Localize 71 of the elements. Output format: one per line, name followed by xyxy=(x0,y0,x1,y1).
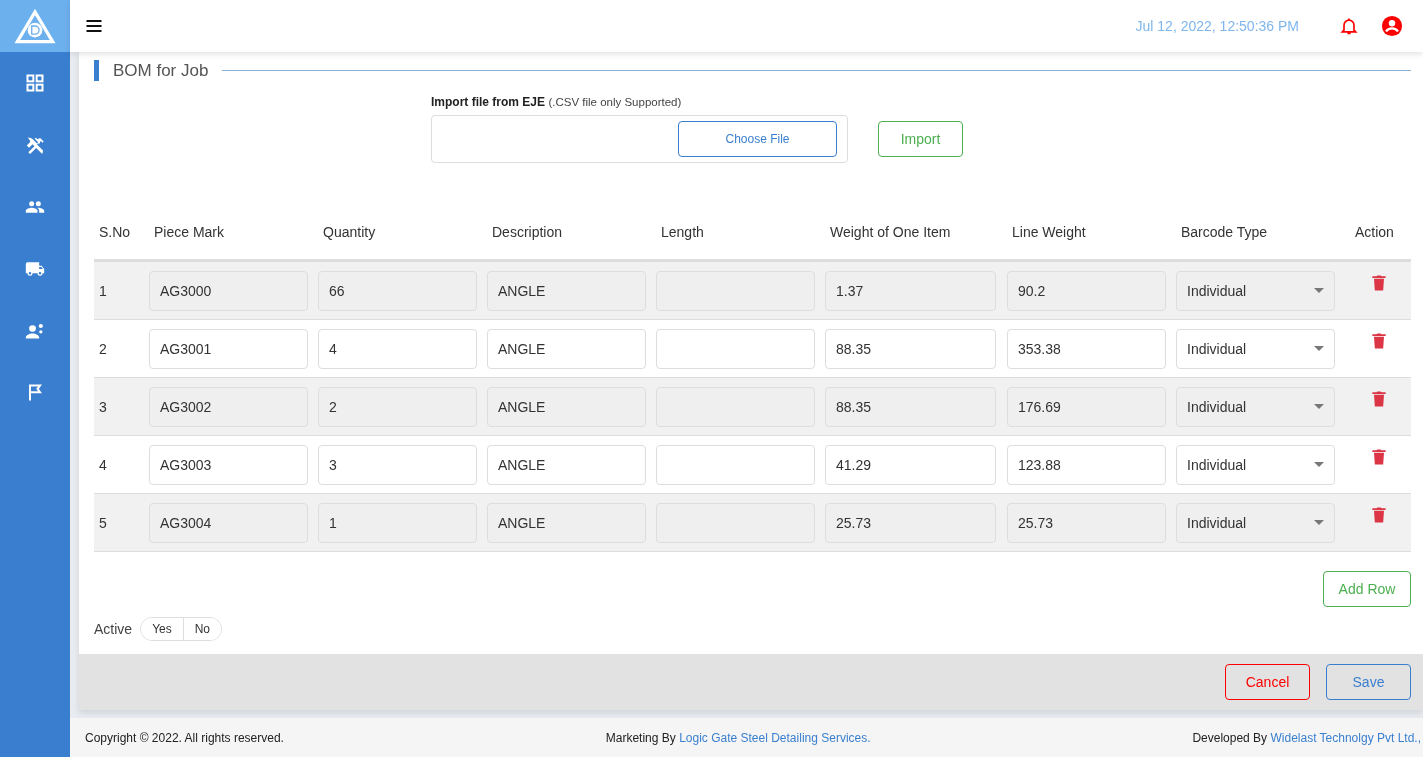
description-field[interactable]: ANGLE xyxy=(487,502,646,543)
barcode-type-dropdown[interactable]: Individual xyxy=(1176,386,1335,427)
length-field[interactable] xyxy=(656,328,815,369)
row-number: 4 xyxy=(98,456,108,473)
caret-icon xyxy=(1314,520,1324,525)
import-label: Import file from EJE (.CSV file only Supported) xyxy=(431,95,683,109)
caret-icon xyxy=(1314,462,1324,467)
weight-field[interactable]: 1.37 xyxy=(825,270,996,311)
user-circle-icon xyxy=(1381,15,1403,37)
row-number: 3 xyxy=(98,398,108,415)
caret-icon xyxy=(1314,346,1324,351)
weight-field[interactable]: 88.35 xyxy=(825,328,996,369)
page-title: BOM for Job xyxy=(113,60,209,81)
barcode-type-dropdown[interactable]: Individual xyxy=(1176,502,1335,543)
truck-icon xyxy=(25,259,45,279)
column-header: Action xyxy=(1354,224,1395,240)
line-weight-field[interactable]: 176.69 xyxy=(1007,386,1166,427)
weight-field[interactable]: 41.29 xyxy=(825,444,996,485)
column-header: Length xyxy=(660,224,705,240)
description-field[interactable]: ANGLE xyxy=(487,444,646,485)
developer-credit: Developed By Widelast Technolgy Pvt Ltd., xyxy=(1192,730,1421,745)
weight-field[interactable]: 88.35 xyxy=(825,386,996,427)
file-input[interactable]: Choose File xyxy=(431,115,848,163)
dashboard-icon xyxy=(25,73,45,93)
length-field[interactable] xyxy=(656,444,815,485)
barcode-type-dropdown[interactable]: Individual xyxy=(1176,328,1335,369)
row-number: 2 xyxy=(98,340,108,357)
active-option[interactable]: No xyxy=(182,618,222,640)
piece-mark-field[interactable]: AG3001 xyxy=(149,328,308,369)
column-header: S.No xyxy=(98,224,132,240)
quantity-field[interactable]: 2 xyxy=(318,386,477,427)
notifications-button[interactable] xyxy=(1339,16,1359,36)
quantity-field[interactable]: 66 xyxy=(318,270,477,311)
barcode-type-dropdown[interactable]: Individual xyxy=(1176,270,1335,311)
quantity-field[interactable]: 1 xyxy=(318,502,477,543)
caret-icon xyxy=(1314,404,1324,409)
column-header: Line Weight xyxy=(1011,224,1087,240)
active-label: Active xyxy=(94,621,133,637)
column-header: Quantity xyxy=(322,224,377,240)
weight-field[interactable]: 25.73 xyxy=(825,502,996,543)
description-field[interactable]: ANGLE xyxy=(487,328,646,369)
bell-icon xyxy=(1339,16,1359,36)
row-number: 1 xyxy=(98,282,108,299)
account-button[interactable] xyxy=(1381,15,1403,37)
piece-mark-field[interactable]: AG3003 xyxy=(149,444,308,485)
column-header: Description xyxy=(491,224,564,240)
copyright-text: Copyright © 2022. All rights reserved. xyxy=(85,730,284,745)
piece-mark-field[interactable]: AG3004 xyxy=(149,502,308,543)
line-weight-field[interactable]: 353.38 xyxy=(1007,328,1166,369)
title-accent-bar xyxy=(94,60,99,81)
barcode-type-dropdown[interactable]: Individual xyxy=(1176,444,1335,485)
description-field[interactable]: ANGLE xyxy=(487,270,646,311)
piece-mark-field[interactable]: AG3000 xyxy=(149,270,308,311)
caret-icon xyxy=(1314,288,1324,293)
marketing-link[interactable]: Logic Gate Steel Detailing Services. xyxy=(679,730,871,745)
line-weight-field[interactable]: 90.2 xyxy=(1007,270,1166,311)
row-number: 5 xyxy=(98,514,108,531)
description-field[interactable]: ANGLE xyxy=(487,386,646,427)
date-time: Jul 12, 2022, 12:50:36 PM xyxy=(1135,18,1299,34)
column-header: Barcode Type xyxy=(1180,224,1269,240)
marketing-credit: Marketing By Logic Gate Steel Detailing Services. xyxy=(605,730,871,745)
tools-icon xyxy=(25,135,45,155)
line-weight-field[interactable]: 25.73 xyxy=(1007,502,1166,543)
line-weight-field[interactable]: 123.88 xyxy=(1007,444,1166,485)
quantity-field[interactable]: 4 xyxy=(318,328,477,369)
column-header: Weight of One Item xyxy=(829,224,952,240)
quantity-field[interactable]: 3 xyxy=(318,444,477,485)
column-header: Piece Mark xyxy=(153,224,226,240)
choose-file-button[interactable]: Choose File xyxy=(678,121,837,157)
piece-mark-field[interactable]: AG3002 xyxy=(149,386,308,427)
developer-link[interactable]: Widelast Technolgy Pvt Ltd., xyxy=(1270,730,1421,745)
